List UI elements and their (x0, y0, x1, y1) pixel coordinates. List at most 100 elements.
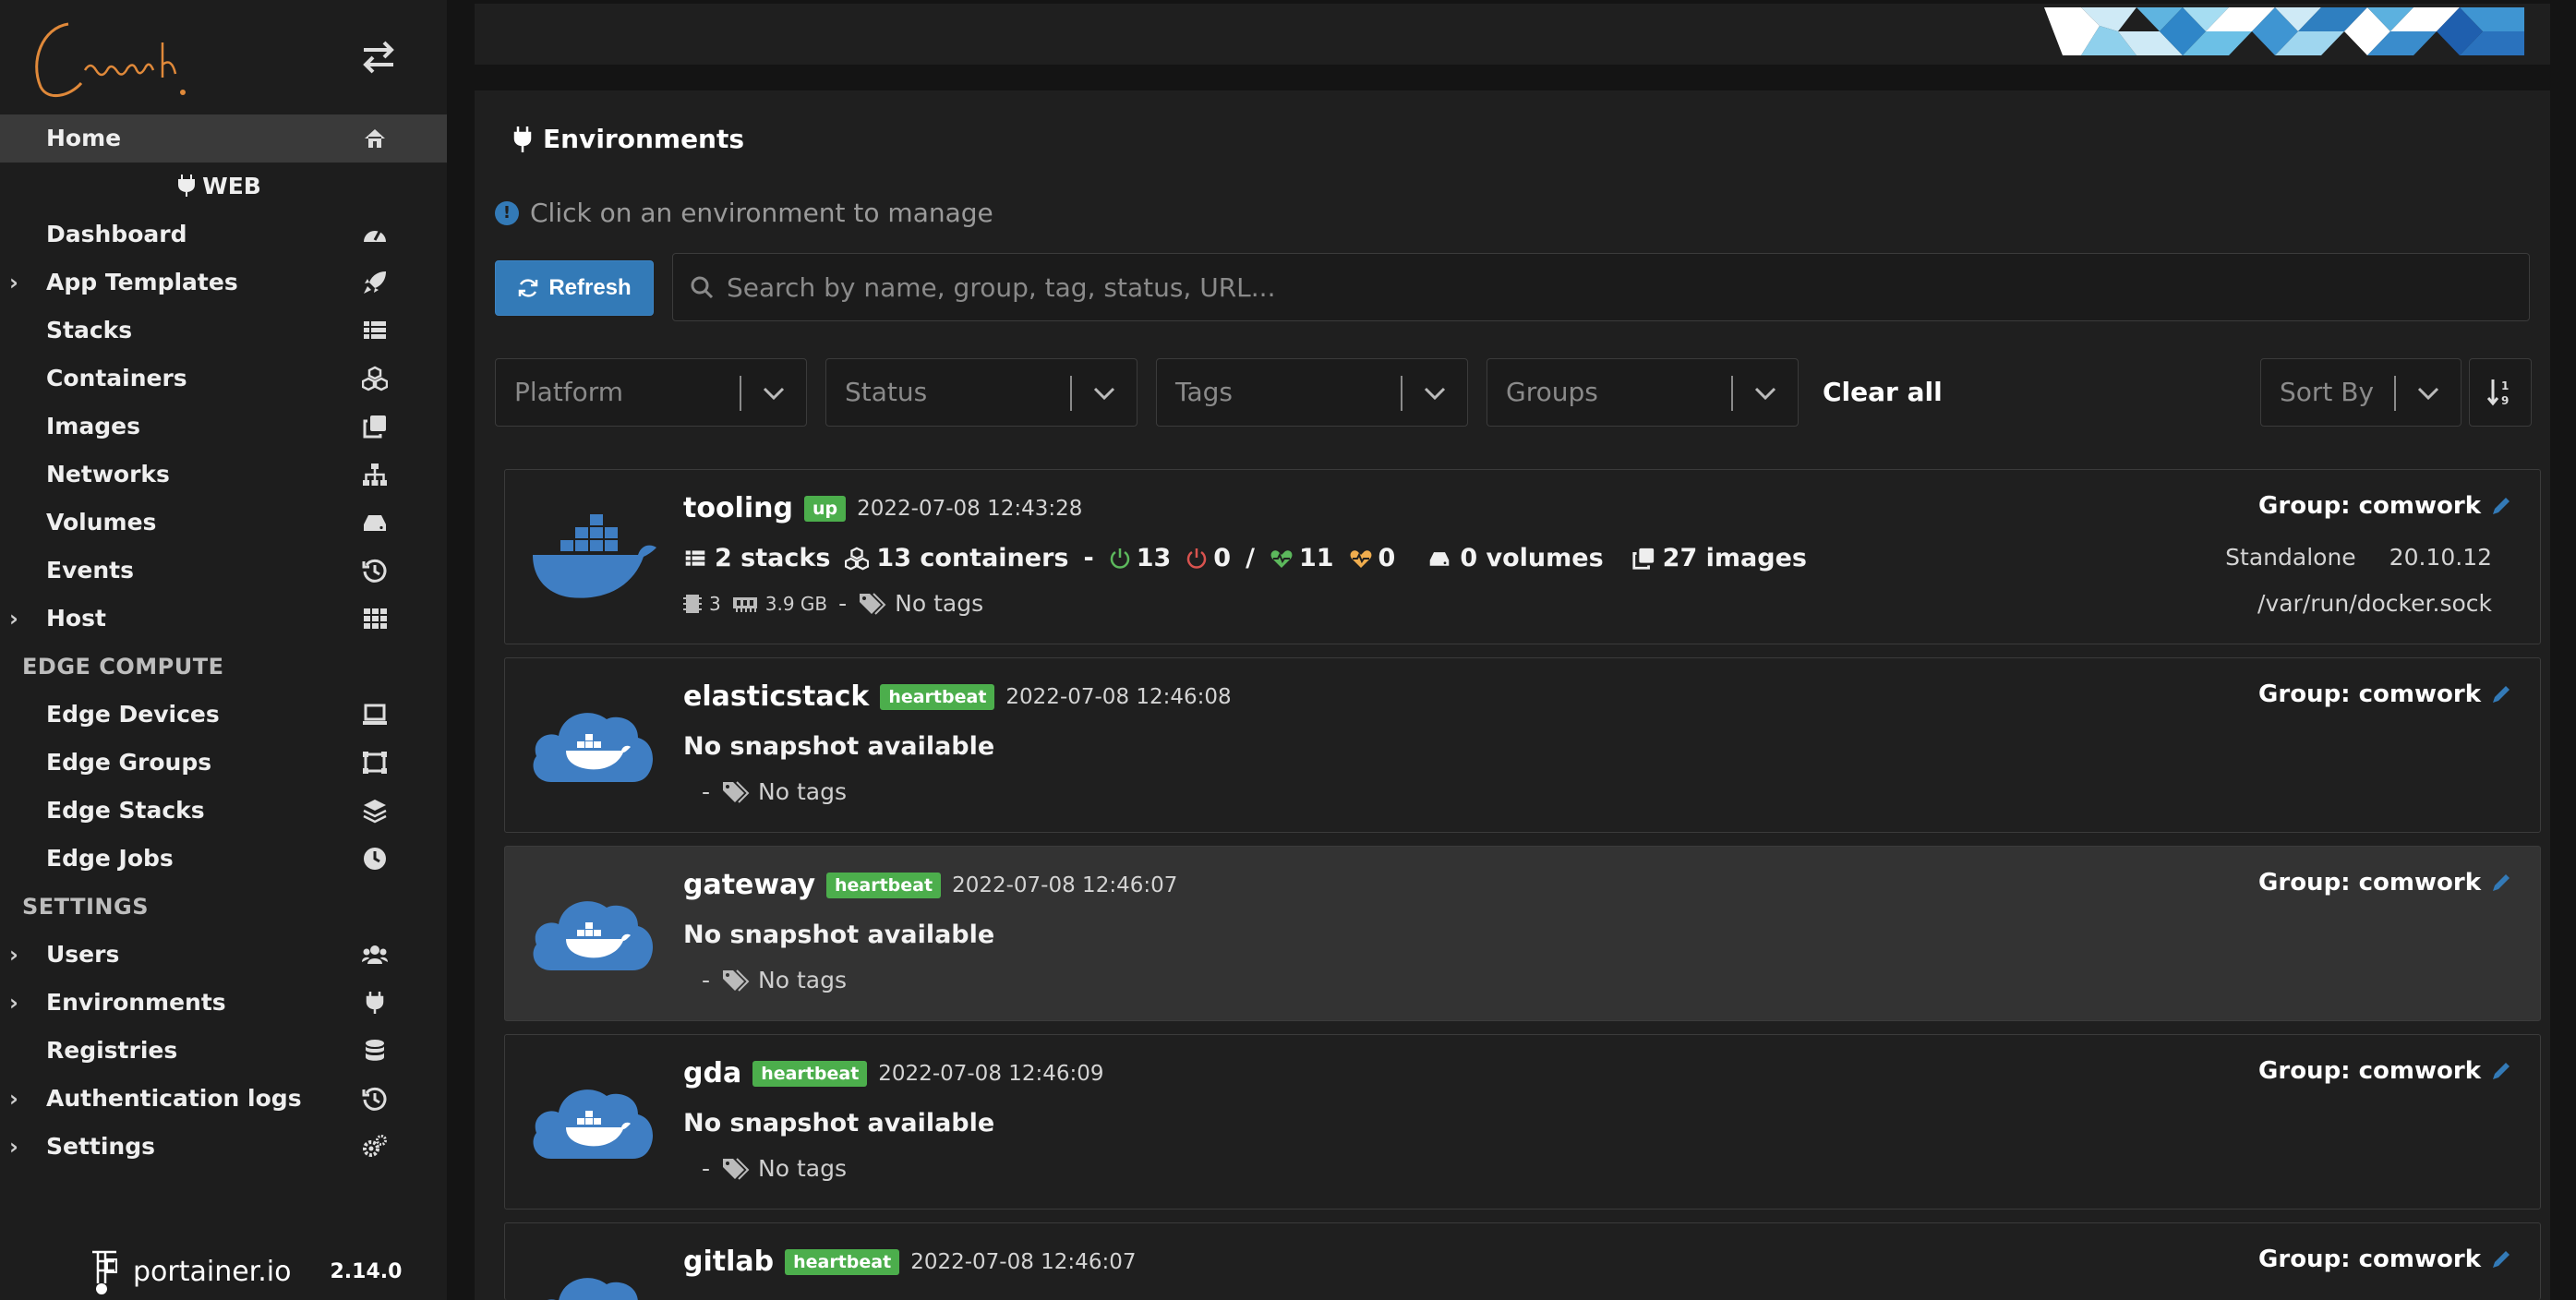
tags-icon (723, 969, 750, 992)
comwork-logo-icon[interactable] (24, 6, 199, 107)
sidebar-nav: Home WEB Dashboard › App Templates Stack… (0, 114, 447, 1171)
chevron-down-icon[interactable] (1090, 379, 1118, 407)
sidebar-item-images[interactable]: Images (0, 403, 447, 451)
environment-name: tooling (683, 492, 793, 524)
sidebar-item-edge-stacks[interactable]: Edge Stacks (0, 787, 447, 835)
svg-text:9: 9 (2501, 394, 2509, 407)
sidebar-item-networks[interactable]: Networks (0, 451, 447, 499)
environment-resources: 3 3.9 GB - No tags (683, 590, 983, 617)
portainer-brand[interactable]: portainer.io (133, 1256, 292, 1288)
plug-icon (513, 126, 532, 152)
svg-text:1: 1 (2501, 379, 2509, 392)
portainer-logo-icon[interactable] (89, 1246, 120, 1296)
search-box[interactable] (672, 253, 2530, 321)
groups-filter[interactable]: Groups (1487, 358, 1799, 427)
edge-agent-cloud-icon (533, 1089, 653, 1159)
clone-icon (363, 415, 386, 439)
environment-group: Group: comwork (2258, 869, 2512, 897)
sidebar-item-edge-jobs[interactable]: Edge Jobs (0, 835, 447, 883)
edit-group-icon[interactable] (2490, 683, 2512, 705)
dashboard-icon (364, 229, 386, 242)
sidebar-item-environments[interactable]: › Environments (0, 979, 447, 1027)
sidebar-item-edge-devices[interactable]: Edge Devices (0, 691, 447, 739)
sidebar-item-app-templates[interactable]: › App Templates (0, 259, 447, 307)
top-bar (475, 4, 2550, 65)
cogs-icon (363, 1135, 387, 1157)
users-icon (362, 945, 388, 964)
layer-group-icon (363, 800, 387, 824)
tags-filter[interactable]: Tags (1156, 358, 1468, 427)
platform-filter[interactable]: Platform (495, 358, 807, 427)
clone-icon (1632, 548, 1654, 570)
edit-group-icon[interactable] (2490, 1060, 2512, 1082)
chevron-right-icon[interactable]: › (9, 259, 18, 307)
status-badge: heartbeat (826, 872, 942, 898)
search-input[interactable] (727, 271, 2481, 303)
environment-group: Group: comwork (2258, 680, 2512, 708)
chevron-right-icon[interactable]: › (9, 979, 18, 1027)
last-check-time: 2022-07-08 12:43:28 (857, 496, 1083, 521)
environment-group: Group: comwork (2258, 1057, 2512, 1085)
diamond-pattern-banner (2044, 7, 2524, 55)
sidebar-item-authentication-logs[interactable]: › Authentication logs (0, 1075, 447, 1123)
environment-card-tooling[interactable]: tooling up 2022-07-08 12:43:28 2 stacks … (504, 469, 2541, 644)
refresh-icon (519, 279, 538, 297)
home-icon (365, 129, 385, 148)
sort-by-select[interactable]: Sort By (2260, 358, 2462, 427)
sidebar-item-events[interactable]: Events (0, 547, 447, 595)
snapshot-status: No snapshot available (683, 921, 995, 949)
list-icon (364, 321, 386, 339)
sort-direction-button[interactable]: 19 (2469, 358, 2532, 427)
chevron-right-icon[interactable]: › (9, 1075, 18, 1123)
sidebar-item-settings[interactable]: › Settings (0, 1123, 447, 1171)
edit-group-icon[interactable] (2490, 1248, 2512, 1270)
environment-name: elasticstack (683, 680, 870, 713)
tags-icon (723, 780, 750, 803)
environment-stats: 2 stacks 13 containers - 13 0 / 11 0 0 v… (683, 544, 1807, 572)
status-badge: heartbeat (880, 683, 995, 710)
sidebar-item-volumes[interactable]: Volumes (0, 499, 447, 547)
plug-icon (366, 992, 384, 1014)
chevron-right-icon[interactable]: › (9, 931, 18, 979)
environment-tags: - No tags (702, 778, 847, 805)
environment-group: Group: comwork (2258, 492, 2512, 520)
chevron-down-icon[interactable] (1751, 379, 1779, 407)
sidebar-item-users[interactable]: › Users (0, 931, 447, 979)
chevron-down-icon[interactable] (2414, 379, 2442, 407)
memory-icon (732, 596, 757, 612)
chevron-down-icon[interactable] (1421, 379, 1449, 407)
edit-group-icon[interactable] (2490, 495, 2512, 517)
tags-icon (860, 592, 886, 615)
chevron-right-icon[interactable]: › (9, 1123, 18, 1171)
sidebar-item-containers[interactable]: Containers (0, 355, 447, 403)
edit-group-icon[interactable] (2490, 872, 2512, 894)
environment-tags: - No tags (702, 967, 847, 993)
tags-icon (723, 1157, 750, 1180)
list-icon (685, 549, 705, 566)
info-icon: ! (495, 200, 519, 225)
refresh-button[interactable]: Refresh (495, 260, 654, 316)
th-icon (364, 608, 387, 629)
last-check-time: 2022-07-08 12:46:07 (952, 873, 1178, 897)
status-filter[interactable]: Status (825, 358, 1138, 427)
sidebar-item-registries[interactable]: Registries (0, 1027, 447, 1075)
environment-card-gateway[interactable]: gateway heartbeat 2022-07-08 12:46:07 No… (504, 846, 2541, 1021)
search-icon (691, 276, 714, 299)
sidebar-item-edge-groups[interactable]: Edge Groups (0, 739, 447, 787)
clear-all-button[interactable]: Clear all (1823, 358, 1943, 427)
sidebar-item-host[interactable]: › Host (0, 595, 447, 643)
environment-card-elasticstack[interactable]: elasticstack heartbeat 2022-07-08 12:46:… (504, 657, 2541, 833)
chevron-right-icon[interactable]: › (9, 595, 18, 643)
sidebar-toggle-icon[interactable] (358, 39, 399, 76)
sidebar-item-home[interactable]: Home (0, 114, 447, 162)
hdd-icon (364, 515, 386, 531)
environment-platform: Standalone 20.10.12 (2225, 544, 2492, 571)
sidebar-item-stacks[interactable]: Stacks (0, 307, 447, 355)
environment-card-gitlab[interactable]: gitlab heartbeat 2022-07-08 12:46:07 Gro… (504, 1222, 2541, 1300)
environment-name-row: tooling up 2022-07-08 12:43:28 (683, 492, 1082, 524)
hdd-icon (1430, 551, 1450, 566)
chevron-down-icon[interactable] (760, 379, 788, 407)
sidebar-item-dashboard[interactable]: Dashboard (0, 211, 447, 259)
environment-card-gda[interactable]: gda heartbeat 2022-07-08 12:46:09 No sna… (504, 1034, 2541, 1210)
manage-hint: ! Click on an environment to manage (495, 198, 993, 228)
